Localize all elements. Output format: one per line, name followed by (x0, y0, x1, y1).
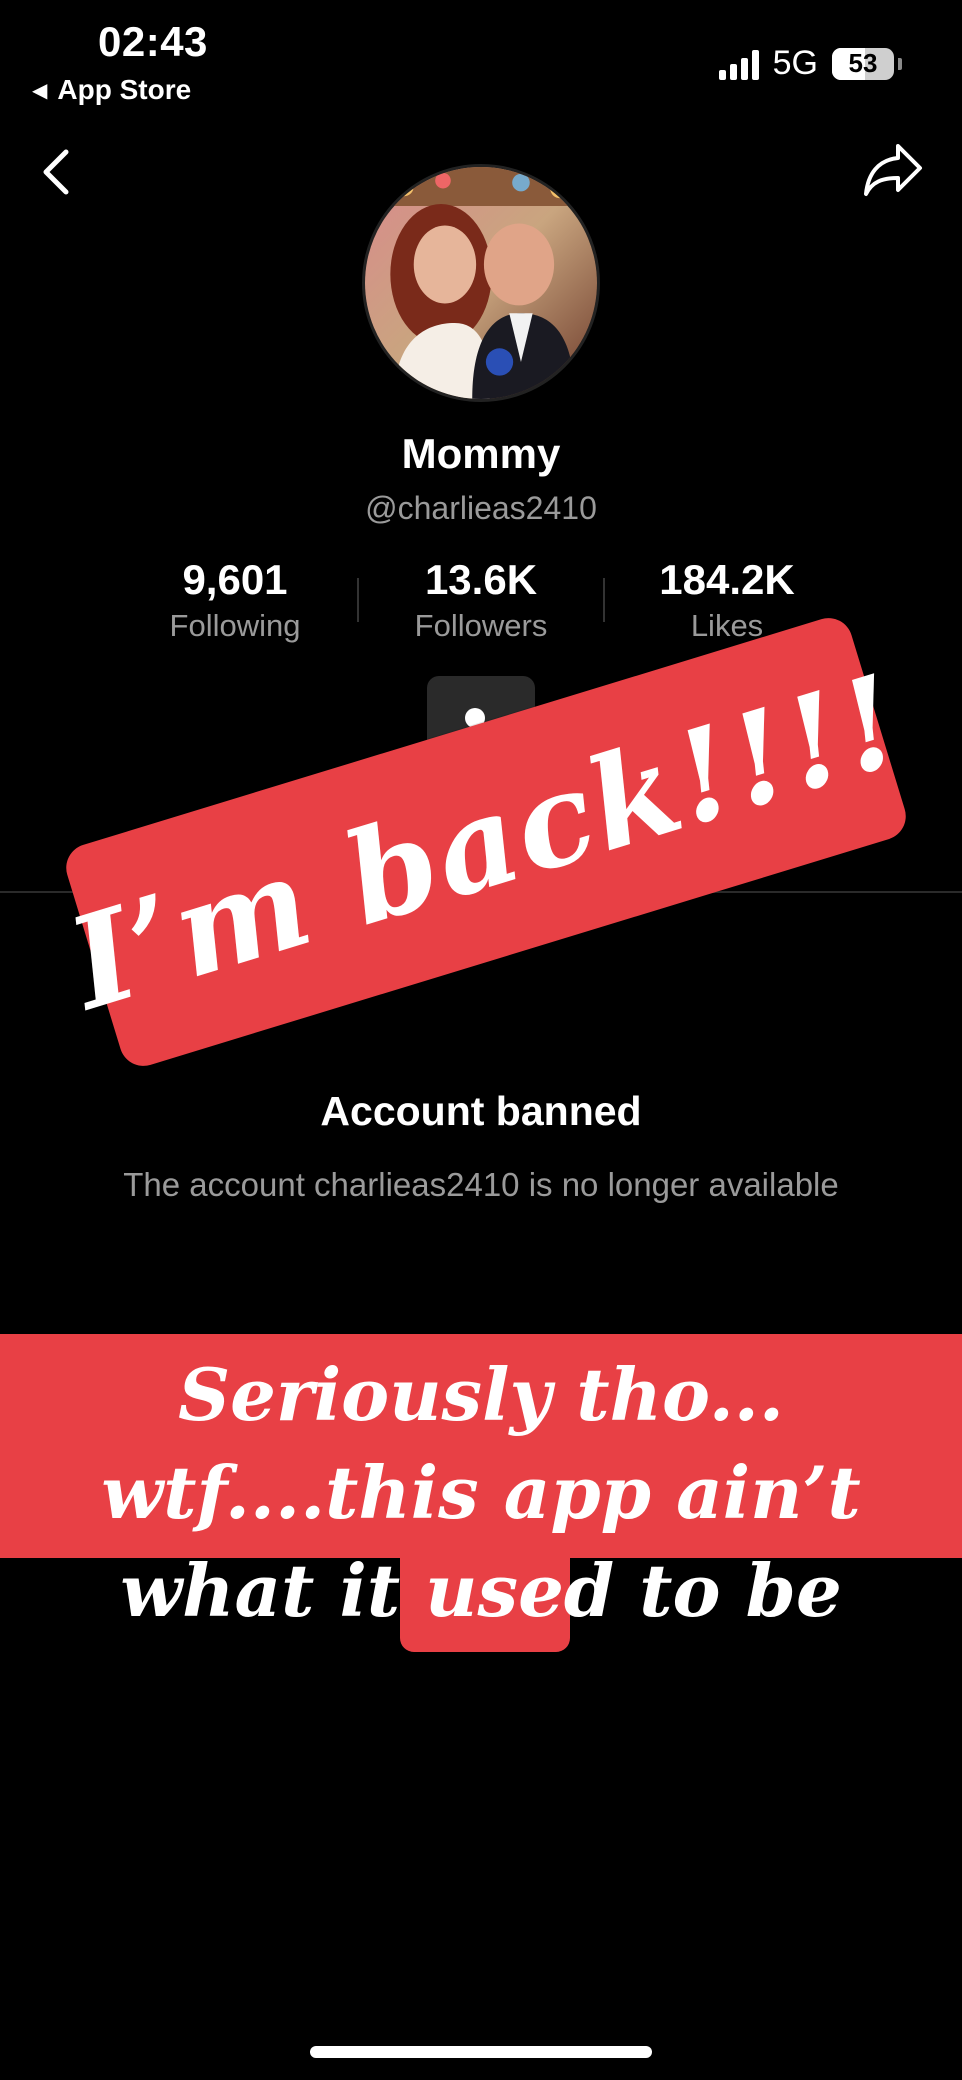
banned-description: The account charlieas2410 is no longer a… (123, 1166, 839, 1203)
chevron-left-icon[interactable] (36, 142, 76, 202)
stat-following[interactable]: 9,601 Following (113, 556, 357, 644)
back-app-label: App Store (57, 74, 192, 105)
caption-text: Seriously tho... wtf....this app ain’t w… (101, 1352, 861, 1633)
avatar-photo (365, 167, 597, 399)
stat-label: Following (169, 608, 301, 643)
stat-value: 184.2K (659, 556, 795, 603)
home-indicator[interactable] (310, 2046, 652, 2058)
stat-followers[interactable]: 13.6K Followers (359, 556, 603, 644)
battery-tip (898, 57, 902, 70)
back-triangle-icon: ◀ (32, 79, 48, 102)
back-to-app-store[interactable]: ◀ App Store (32, 74, 191, 106)
banned-title: Account banned (320, 1088, 642, 1134)
stat-label: Followers (414, 608, 548, 643)
username-handle: @charlieas2410 (365, 490, 597, 526)
battery-icon: 53 (832, 47, 894, 80)
cellular-signal-icon (718, 48, 759, 80)
network-type: 5G (772, 44, 818, 82)
share-arrow-icon[interactable] (862, 140, 924, 198)
battery-level: 53 (848, 48, 878, 78)
status-time: 02:43 (98, 18, 208, 65)
profile-stats: 9,601 Following 13.6K Followers 184.2K L… (113, 556, 849, 644)
status-indicators: 5G 53 (718, 44, 902, 83)
stat-value: 9,601 (182, 556, 288, 603)
display-name: Mommy (401, 430, 561, 477)
avatar[interactable] (362, 164, 600, 402)
stat-value: 13.6K (424, 556, 538, 603)
